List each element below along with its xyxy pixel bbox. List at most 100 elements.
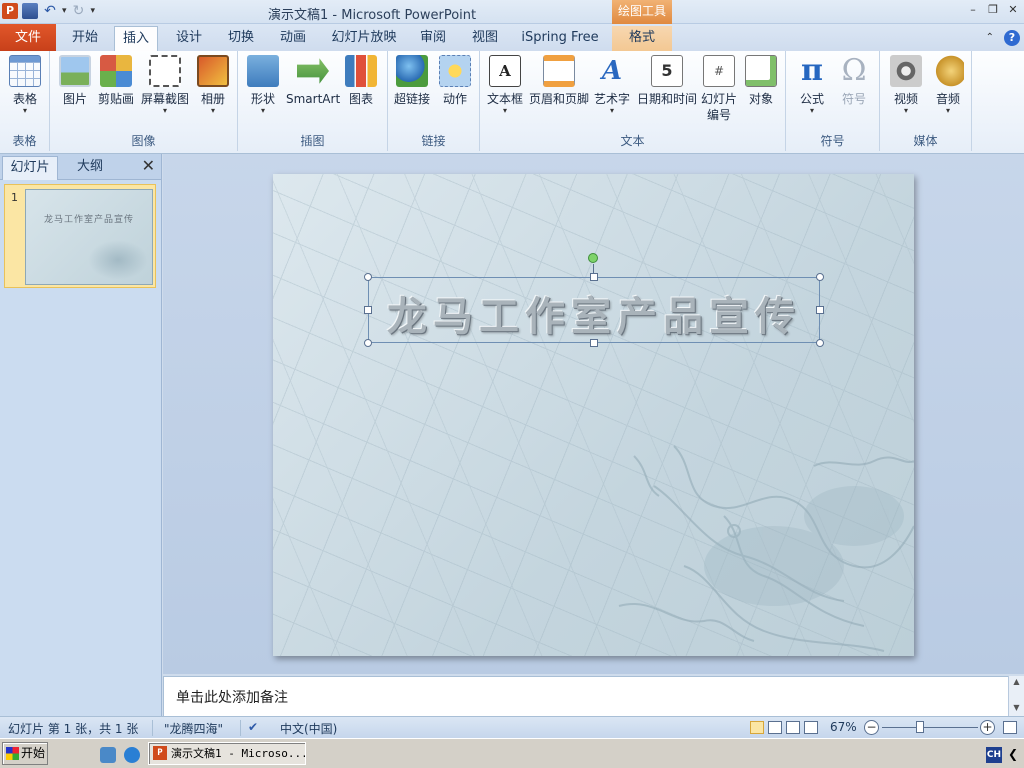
audio-button[interactable]: 音频 ▾ xyxy=(930,55,966,115)
powerpoint-app-icon[interactable]: P xyxy=(2,3,18,19)
clipart-button[interactable]: 剪贴画 xyxy=(96,55,136,107)
zoom-out-button[interactable]: − xyxy=(864,720,879,735)
spellcheck-icon[interactable]: ✔ xyxy=(248,720,258,734)
hyperlink-button[interactable]: 超链接 xyxy=(392,55,432,107)
resize-handle-top-left[interactable] xyxy=(364,273,372,281)
ribbon-right-controls: ⌃ ? xyxy=(986,30,1020,46)
tab-outline[interactable]: 大纲 xyxy=(62,156,118,180)
smartart-button[interactable]: SmartArt xyxy=(286,55,340,107)
fit-to-window-icon[interactable] xyxy=(1003,721,1017,734)
table-icon xyxy=(9,55,41,87)
resize-handle-bottom-right[interactable] xyxy=(816,339,824,347)
tab-home[interactable]: 开始 xyxy=(60,26,110,51)
status-divider xyxy=(152,720,153,736)
notes-scrollbar[interactable]: ▲ ▼ xyxy=(1008,676,1024,716)
zoom-in-button[interactable]: + xyxy=(980,720,995,735)
zoom-slider-track[interactable] xyxy=(882,727,978,728)
tab-file[interactable]: 文件 xyxy=(0,24,56,51)
resize-handle-bottom-left[interactable] xyxy=(364,339,372,347)
slide-canvas[interactable]: 龙马工作室产品宣传 xyxy=(273,174,914,656)
scroll-up-icon[interactable]: ▲ xyxy=(1009,676,1024,688)
notes-placeholder[interactable]: 单击此处添加备注 xyxy=(176,687,288,707)
minimize-icon[interactable]: – xyxy=(966,3,980,17)
group-links: 超链接 动作 链接 xyxy=(388,51,480,151)
dragon-background-art xyxy=(618,445,914,652)
undo-dropdown-icon[interactable]: ▾ xyxy=(62,6,67,16)
resize-handle-top[interactable] xyxy=(590,273,598,281)
scroll-down-icon[interactable]: ▼ xyxy=(1009,702,1024,714)
album-button[interactable]: 相册 ▾ xyxy=(196,55,230,115)
slide-number-button[interactable]: # 幻灯片 编号 xyxy=(700,55,738,123)
undo-icon[interactable]: ↶ xyxy=(42,3,58,19)
normal-view-icon[interactable] xyxy=(750,721,764,734)
slide-sorter-view-icon[interactable] xyxy=(768,721,782,734)
quick-launch-explorer-icon[interactable] xyxy=(100,747,116,763)
rotation-handle[interactable] xyxy=(588,253,598,263)
shapes-icon xyxy=(247,55,279,87)
drawing-tools-context-header: 绘图工具 xyxy=(612,0,672,24)
chart-button[interactable]: 图表 xyxy=(344,55,378,107)
tab-slides[interactable]: 幻灯片 xyxy=(2,156,58,180)
resize-handle-top-right[interactable] xyxy=(816,273,824,281)
smartart-icon xyxy=(297,58,329,84)
group-media: 视频 ▾ 音频 ▾ 媒体 xyxy=(880,51,972,151)
slideshow-view-icon[interactable] xyxy=(804,721,818,734)
slide-title[interactable]: 龙马工作室产品宣传 xyxy=(369,284,819,342)
tab-animations[interactable]: 动画 xyxy=(268,26,318,51)
quick-launch-ie-icon[interactable] xyxy=(124,747,140,763)
wordart-button[interactable]: A 艺术字 ▾ xyxy=(592,55,632,115)
equation-button[interactable]: π 公式 ▾ xyxy=(794,55,830,115)
tab-insert[interactable]: 插入 xyxy=(114,26,158,51)
tab-format[interactable]: 格式 xyxy=(612,26,672,51)
slide-thumbnail[interactable]: 龙马工作室产品宣传 xyxy=(25,189,153,285)
resize-handle-right[interactable] xyxy=(816,306,824,314)
table-button[interactable]: 表格 ▾ xyxy=(6,55,44,115)
language-status[interactable]: 中文(中国) xyxy=(280,720,337,737)
resize-handle-bottom[interactable] xyxy=(590,339,598,347)
textbox-icon: A xyxy=(489,55,521,87)
thumbnail-title: 龙马工作室产品宣传 xyxy=(43,215,134,225)
zoom-slider-thumb[interactable] xyxy=(916,721,925,733)
help-icon[interactable]: ? xyxy=(1004,30,1020,46)
slide-thumbnail-item[interactable]: 1 龙马工作室产品宣传 xyxy=(4,184,156,288)
window-title: 演示文稿1 - Microsoft PowerPoint xyxy=(268,8,477,23)
tray-expand-icon[interactable]: ❮ xyxy=(1008,747,1018,761)
reading-view-icon[interactable] xyxy=(786,721,800,734)
thumbnail-dragon-art xyxy=(88,240,148,280)
video-button[interactable]: 视频 ▾ xyxy=(888,55,924,115)
notes-pane[interactable]: 单击此处添加备注 xyxy=(163,676,1008,716)
textbox-button[interactable]: A 文本框 ▾ xyxy=(486,55,524,115)
close-window-icon[interactable]: ✕ xyxy=(1006,3,1020,17)
action-button[interactable]: 动作 xyxy=(438,55,472,107)
shapes-button[interactable]: 形状 ▾ xyxy=(246,55,280,115)
header-footer-button[interactable]: 页眉和页脚 xyxy=(528,55,590,107)
chevron-down-icon: ▾ xyxy=(502,106,507,115)
zoom-level[interactable]: 67% xyxy=(830,720,857,734)
group-images: 图片 剪贴画 屏幕截图 ▾ 相册 ▾ 图像 xyxy=(50,51,238,151)
tab-design[interactable]: 设计 xyxy=(164,26,214,51)
tab-ispring[interactable]: iSpring Free xyxy=(516,26,604,51)
group-label-images: 图像 xyxy=(131,134,156,148)
resize-handle-left[interactable] xyxy=(364,306,372,314)
tab-review[interactable]: 审阅 xyxy=(408,26,458,51)
picture-button[interactable]: 图片 xyxy=(58,55,92,107)
windows-taskbar: 开始 P 演示文稿1 - Microso... CH ❮ xyxy=(0,738,1024,768)
tab-slideshow[interactable]: 幻灯片放映 xyxy=(326,26,402,51)
theme-name-status[interactable]: "龙腾四海" xyxy=(164,720,223,737)
start-button[interactable]: 开始 xyxy=(2,742,48,765)
title-placeholder[interactable]: 龙马工作室产品宣传 xyxy=(368,277,820,343)
symbol-button: Ω 符号 xyxy=(836,55,872,107)
object-button[interactable]: 对象 xyxy=(744,55,778,107)
taskbar-powerpoint-window[interactable]: P 演示文稿1 - Microso... xyxy=(148,742,306,765)
datetime-button[interactable]: 5 日期和时间 xyxy=(636,55,698,107)
restore-icon[interactable]: ❐ xyxy=(986,3,1000,17)
save-icon[interactable] xyxy=(22,3,38,19)
ime-language-indicator[interactable]: CH xyxy=(986,747,1002,763)
minimize-ribbon-icon[interactable]: ⌃ xyxy=(986,30,994,46)
screenshot-button[interactable]: 屏幕截图 ▾ xyxy=(140,55,190,115)
close-icon[interactable]: ✕ xyxy=(142,158,155,174)
tab-transitions[interactable]: 切换 xyxy=(216,26,266,51)
chevron-down-icon: ▾ xyxy=(162,106,167,115)
tab-view[interactable]: 视图 xyxy=(460,26,510,51)
customize-qat-icon[interactable]: ▾ xyxy=(91,6,96,16)
